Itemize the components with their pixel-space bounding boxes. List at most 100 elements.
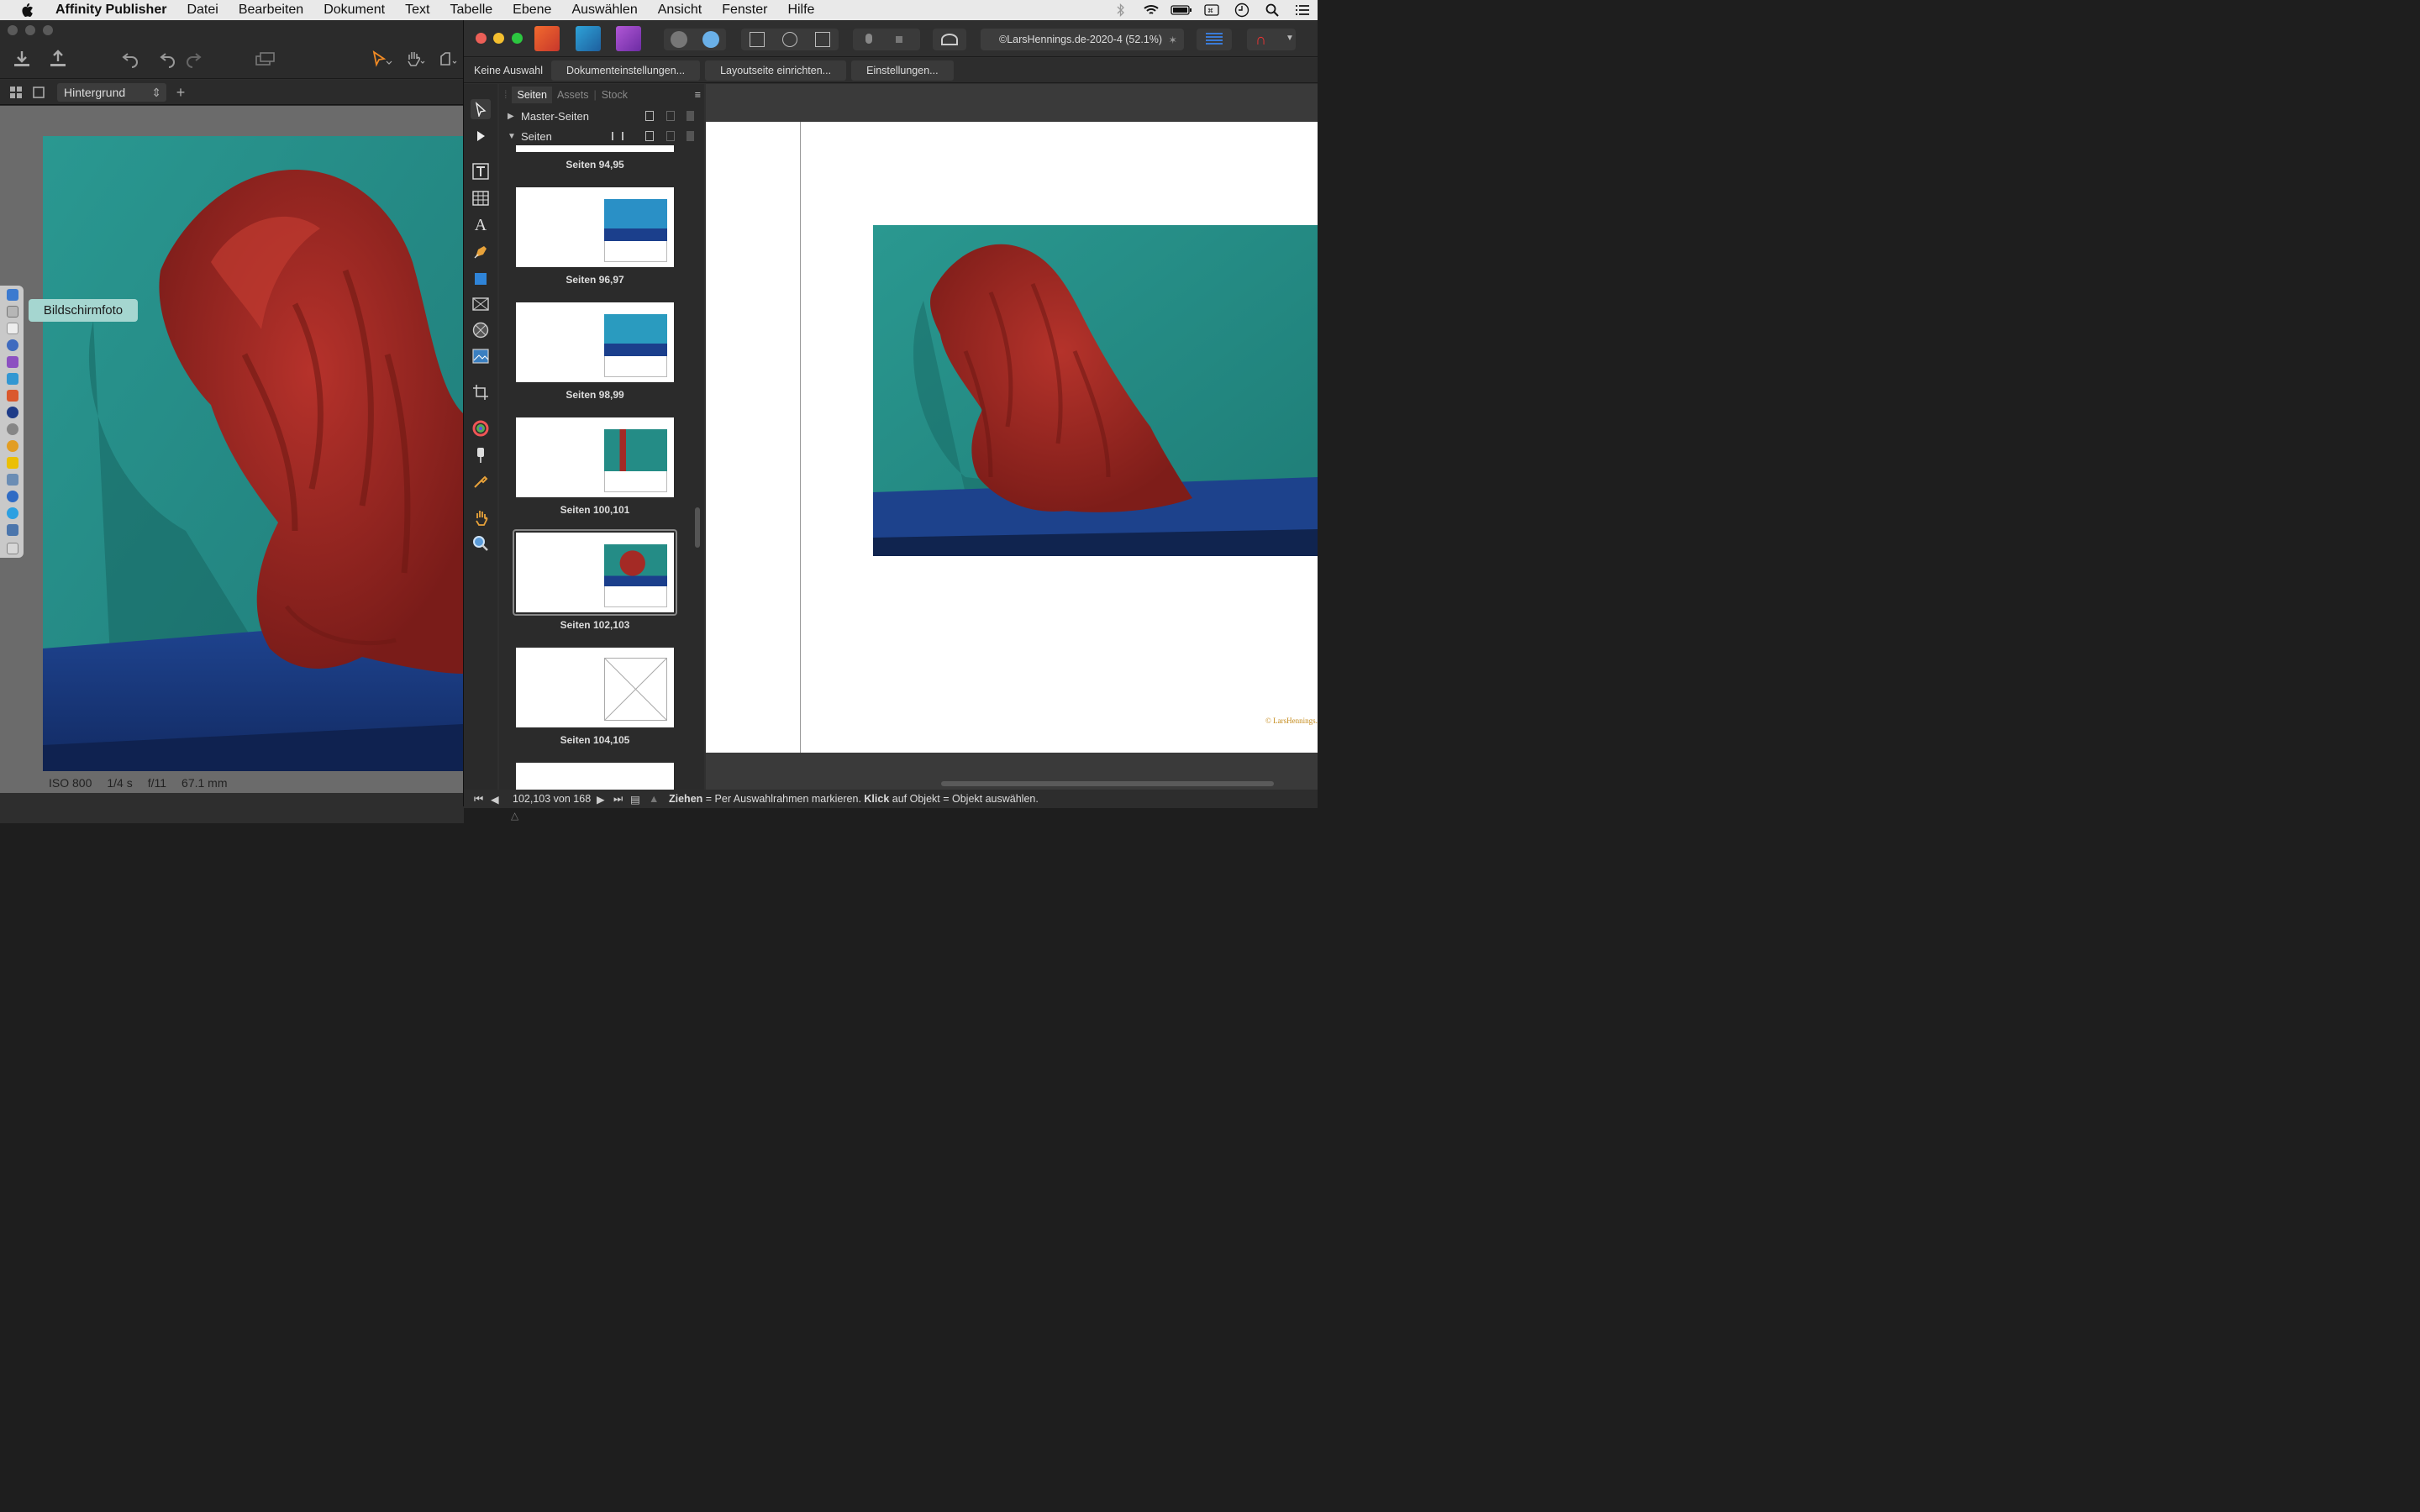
- browser-icon[interactable]: [7, 440, 18, 452]
- ellipse-frame-icon[interactable]: [782, 32, 797, 47]
- menu-dokument[interactable]: Dokument: [313, 3, 395, 18]
- duplicate-page-icon[interactable]: [666, 131, 675, 141]
- page-indicator[interactable]: 102,103 von 168: [513, 793, 597, 805]
- color-picker-tool-icon[interactable]: [471, 471, 491, 491]
- notification-list-icon[interactable]: [1287, 4, 1318, 16]
- move-tool-icon[interactable]: [471, 99, 491, 119]
- spread-thumb-100[interactable]: [516, 417, 674, 497]
- last-page-icon[interactable]: ⏭: [613, 793, 630, 806]
- master-pages-row[interactable]: ▶ Master-Seiten: [504, 107, 701, 125]
- hand-tool-icon[interactable]: [403, 49, 427, 69]
- publisher-persona-icon[interactable]: [534, 26, 560, 51]
- tab-assets[interactable]: Assets: [552, 87, 594, 103]
- snapping-magnet-icon[interactable]: ∩: [1255, 32, 1274, 47]
- tab-stock[interactable]: Stock: [597, 87, 633, 103]
- menu-hilfe[interactable]: Hilfe: [777, 3, 824, 18]
- zoom-button[interactable]: [43, 25, 53, 35]
- onepassword-icon[interactable]: [7, 407, 18, 418]
- rectangle-frame-tool-icon[interactable]: [471, 294, 491, 314]
- textedit-icon[interactable]: [7, 323, 18, 334]
- settings-button[interactable]: Einstellungen...: [851, 60, 954, 81]
- close-button[interactable]: [8, 25, 18, 35]
- affinity-photo-icon[interactable]: [7, 356, 18, 368]
- spotlight-icon[interactable]: [1257, 3, 1287, 17]
- affinity-publisher-icon[interactable]: [7, 390, 18, 402]
- finder-icon[interactable]: [7, 289, 18, 301]
- move-tool-icon[interactable]: [370, 49, 393, 69]
- apple-icon[interactable]: [18, 2, 35, 18]
- unpin-icon[interactable]: [896, 36, 902, 43]
- keyboard-icon[interactable]: ⌘: [1197, 3, 1227, 17]
- spread-thumb-106[interactable]: [516, 763, 674, 790]
- layout-page-button[interactable]: Layoutseite einrichten...: [705, 60, 847, 81]
- next-page-icon[interactable]: ▶: [597, 793, 613, 806]
- preview-icon[interactable]: [7, 524, 18, 536]
- placed-image-red-cloth[interactable]: [873, 225, 1318, 556]
- menu-bearbeiten[interactable]: Bearbeiten: [229, 3, 313, 18]
- place-image-tool-icon[interactable]: [471, 346, 491, 366]
- utility-icon[interactable]: [7, 423, 18, 435]
- artistic-text-tool-icon[interactable]: A: [471, 215, 491, 235]
- fill-tool-icon[interactable]: [471, 418, 491, 438]
- view-mode-icon[interactable]: [1206, 33, 1223, 46]
- pages-row[interactable]: ▼ Seiten: [504, 127, 701, 145]
- history-undo-icon[interactable]: [120, 49, 140, 69]
- arrange-icon[interactable]: [254, 49, 277, 69]
- spread-thumb-104[interactable]: [516, 648, 674, 727]
- wifi-icon[interactable]: [1136, 3, 1166, 17]
- bluetooth-icon[interactable]: [1106, 3, 1136, 17]
- add-page-icon[interactable]: [645, 131, 654, 141]
- battery-icon[interactable]: [1166, 4, 1197, 16]
- collapse-icon[interactable]: ▼: [508, 132, 521, 141]
- menu-fenster[interactable]: Fenster: [712, 3, 777, 18]
- menu-text[interactable]: Text: [395, 3, 439, 18]
- search-app-icon[interactable]: [7, 339, 18, 351]
- expand-icon[interactable]: ▶: [508, 112, 521, 121]
- redo-icon[interactable]: [183, 49, 203, 69]
- view-tool-hand-icon[interactable]: [471, 507, 491, 528]
- grid-view-icon[interactable]: [8, 85, 24, 100]
- frame-text-tool-icon[interactable]: [471, 161, 491, 181]
- table-tool-icon[interactable]: [471, 188, 491, 208]
- rectangle-tool-icon[interactable]: [471, 269, 491, 289]
- app-name[interactable]: Affinity Publisher: [45, 3, 176, 18]
- add-master-icon[interactable]: [645, 111, 654, 121]
- designer-persona-icon[interactable]: [576, 26, 601, 51]
- transparency-tool-icon[interactable]: [471, 445, 491, 465]
- spread-thumb-102[interactable]: [516, 533, 674, 612]
- spread-icon[interactable]: [612, 132, 623, 140]
- affinity-designer-icon[interactable]: [7, 373, 18, 385]
- import-icon[interactable]: [12, 49, 32, 69]
- panel-menu-icon[interactable]: ≡: [695, 89, 701, 101]
- delete-page-icon[interactable]: [687, 131, 694, 141]
- node-tool-icon[interactable]: [471, 126, 491, 146]
- menu-ansicht[interactable]: Ansicht: [648, 3, 712, 18]
- collapse-up-icon[interactable]: △: [511, 810, 518, 822]
- export-icon[interactable]: [48, 49, 68, 69]
- document-settings-button[interactable]: Dokumenteinstellungen...: [551, 60, 701, 81]
- duplicate-master-icon[interactable]: [666, 111, 675, 121]
- page-settings-icon[interactable]: ▤: [630, 793, 649, 806]
- assistant-icon[interactable]: [702, 31, 719, 48]
- layer-select[interactable]: Hintergrund ⇕: [57, 83, 166, 102]
- picture-frame-icon[interactable]: [815, 32, 830, 47]
- minimize-button[interactable]: [25, 25, 35, 35]
- spread-thumb-94[interactable]: [516, 145, 674, 152]
- add-icon[interactable]: +: [173, 84, 188, 101]
- menu-ebene[interactable]: Ebene: [502, 3, 561, 18]
- clone-tool-icon[interactable]: [437, 49, 460, 69]
- photo-persona-icon[interactable]: [616, 26, 641, 51]
- publisher-minimize-button[interactable]: [493, 33, 504, 44]
- ellipse-frame-tool-icon[interactable]: [471, 320, 491, 340]
- first-page-icon[interactable]: ⏮: [474, 793, 491, 806]
- close-doc-icon[interactable]: ✶: [1169, 34, 1177, 46]
- publisher-close-button[interactable]: [476, 33, 487, 44]
- crop-tool-icon[interactable]: [471, 382, 491, 402]
- prev-page-icon[interactable]: ◀: [491, 793, 508, 806]
- tab-seiten[interactable]: Seiten: [512, 87, 552, 103]
- delete-master-icon[interactable]: [687, 111, 694, 121]
- image-app-icon[interactable]: [7, 474, 18, 486]
- preview-mode-icon[interactable]: [941, 34, 958, 45]
- snap-dropdown-icon[interactable]: ▼: [1286, 34, 1294, 43]
- menu-tabelle[interactable]: Tabelle: [439, 3, 502, 18]
